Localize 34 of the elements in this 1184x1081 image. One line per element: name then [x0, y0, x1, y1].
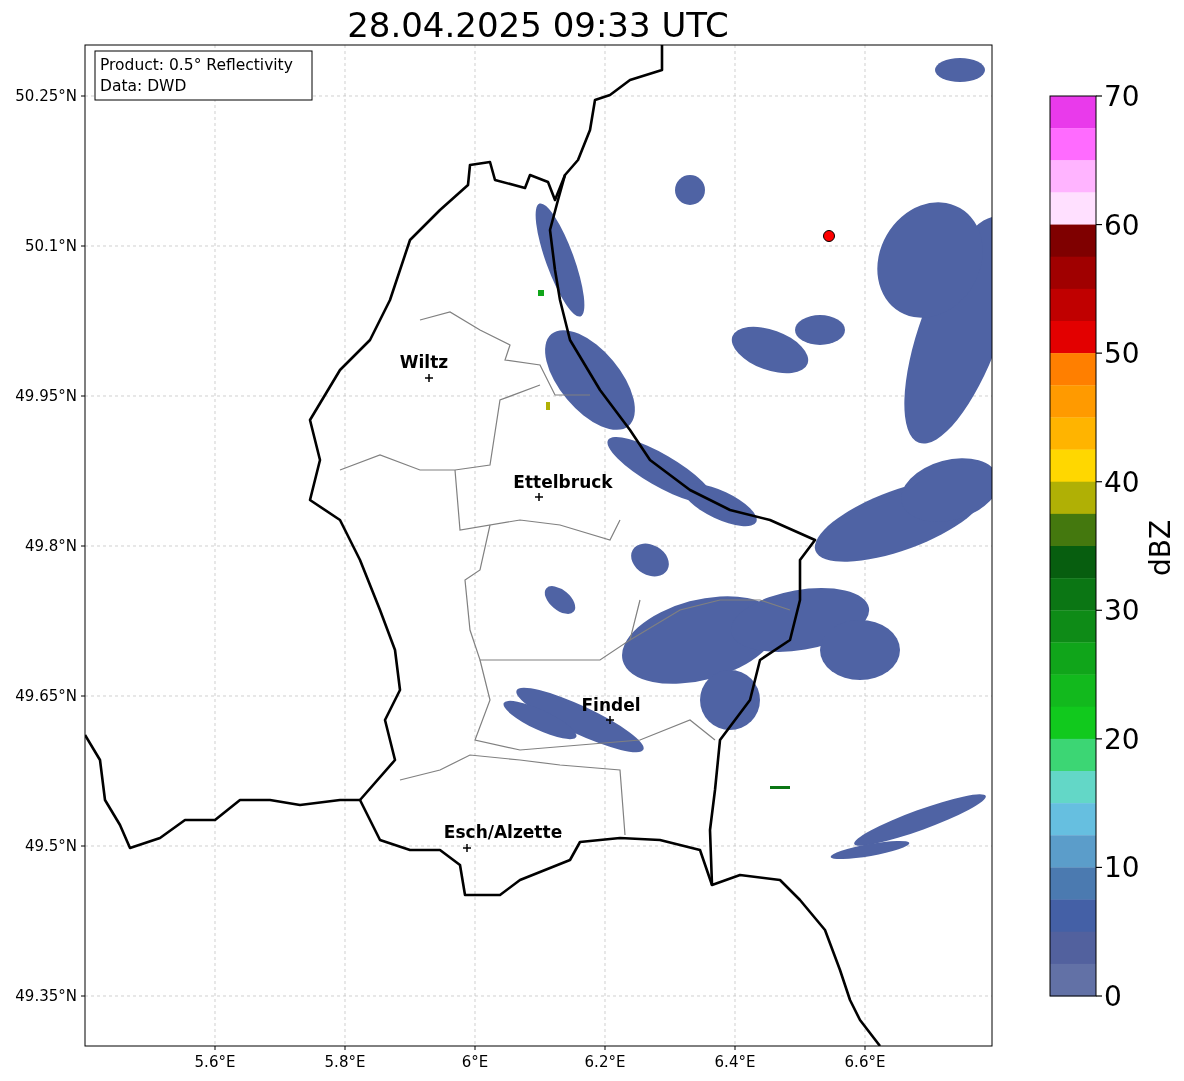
latitude-label: 49.35°N [15, 987, 77, 1005]
longitude-label: 6.4°E [714, 1053, 756, 1071]
colorbar-tick-label: 60 [1104, 208, 1140, 242]
city-label: Findel [581, 695, 641, 715]
latitude-label: 50.25°N [15, 87, 77, 105]
city-marker-icon [534, 492, 544, 502]
latitude-label: 49.65°N [15, 687, 77, 705]
longitude-label: 6°E [461, 1053, 489, 1071]
longitude-label: 5.8°E [324, 1053, 366, 1071]
city-marker-icon [605, 715, 615, 725]
city-marker-icon [462, 843, 472, 853]
colorbar-tick-label: 20 [1104, 722, 1140, 756]
info-text: Product: 0.5° Reflectivity [100, 56, 293, 74]
colorbar-tick-label: 10 [1104, 851, 1140, 885]
colorbar-tick-label: 50 [1104, 337, 1140, 371]
longitude-label: 6.6°E [844, 1053, 886, 1071]
city-marker-icon [424, 373, 434, 383]
colorbar-tick-label: 0 [1104, 980, 1122, 1013]
city-label: Ettelbruck [513, 472, 613, 492]
colorbar-label: dBZ [1144, 519, 1177, 577]
latitude-label: 49.95°N [15, 387, 77, 405]
colorbar-tick-label: 40 [1104, 465, 1140, 499]
latitude-label: 49.5°N [24, 837, 77, 855]
colorbar-tick-label: 30 [1104, 594, 1140, 628]
longitude-label: 6.2°E [584, 1053, 626, 1071]
longitude-label: 5.6°E [194, 1053, 236, 1071]
info-text: Data: DWD [100, 77, 187, 95]
colorbar-tick-label: 70 [1104, 80, 1140, 113]
city-label: Wiltz [399, 352, 449, 372]
latitude-label: 50.1°N [24, 237, 77, 255]
chart-title: 28.04.2025 09:33 UTC [347, 5, 729, 45]
radar-site-marker-icon [823, 230, 835, 242]
latitude-label: 49.8°N [24, 537, 77, 555]
city-label: Esch/Alzette [443, 822, 563, 842]
